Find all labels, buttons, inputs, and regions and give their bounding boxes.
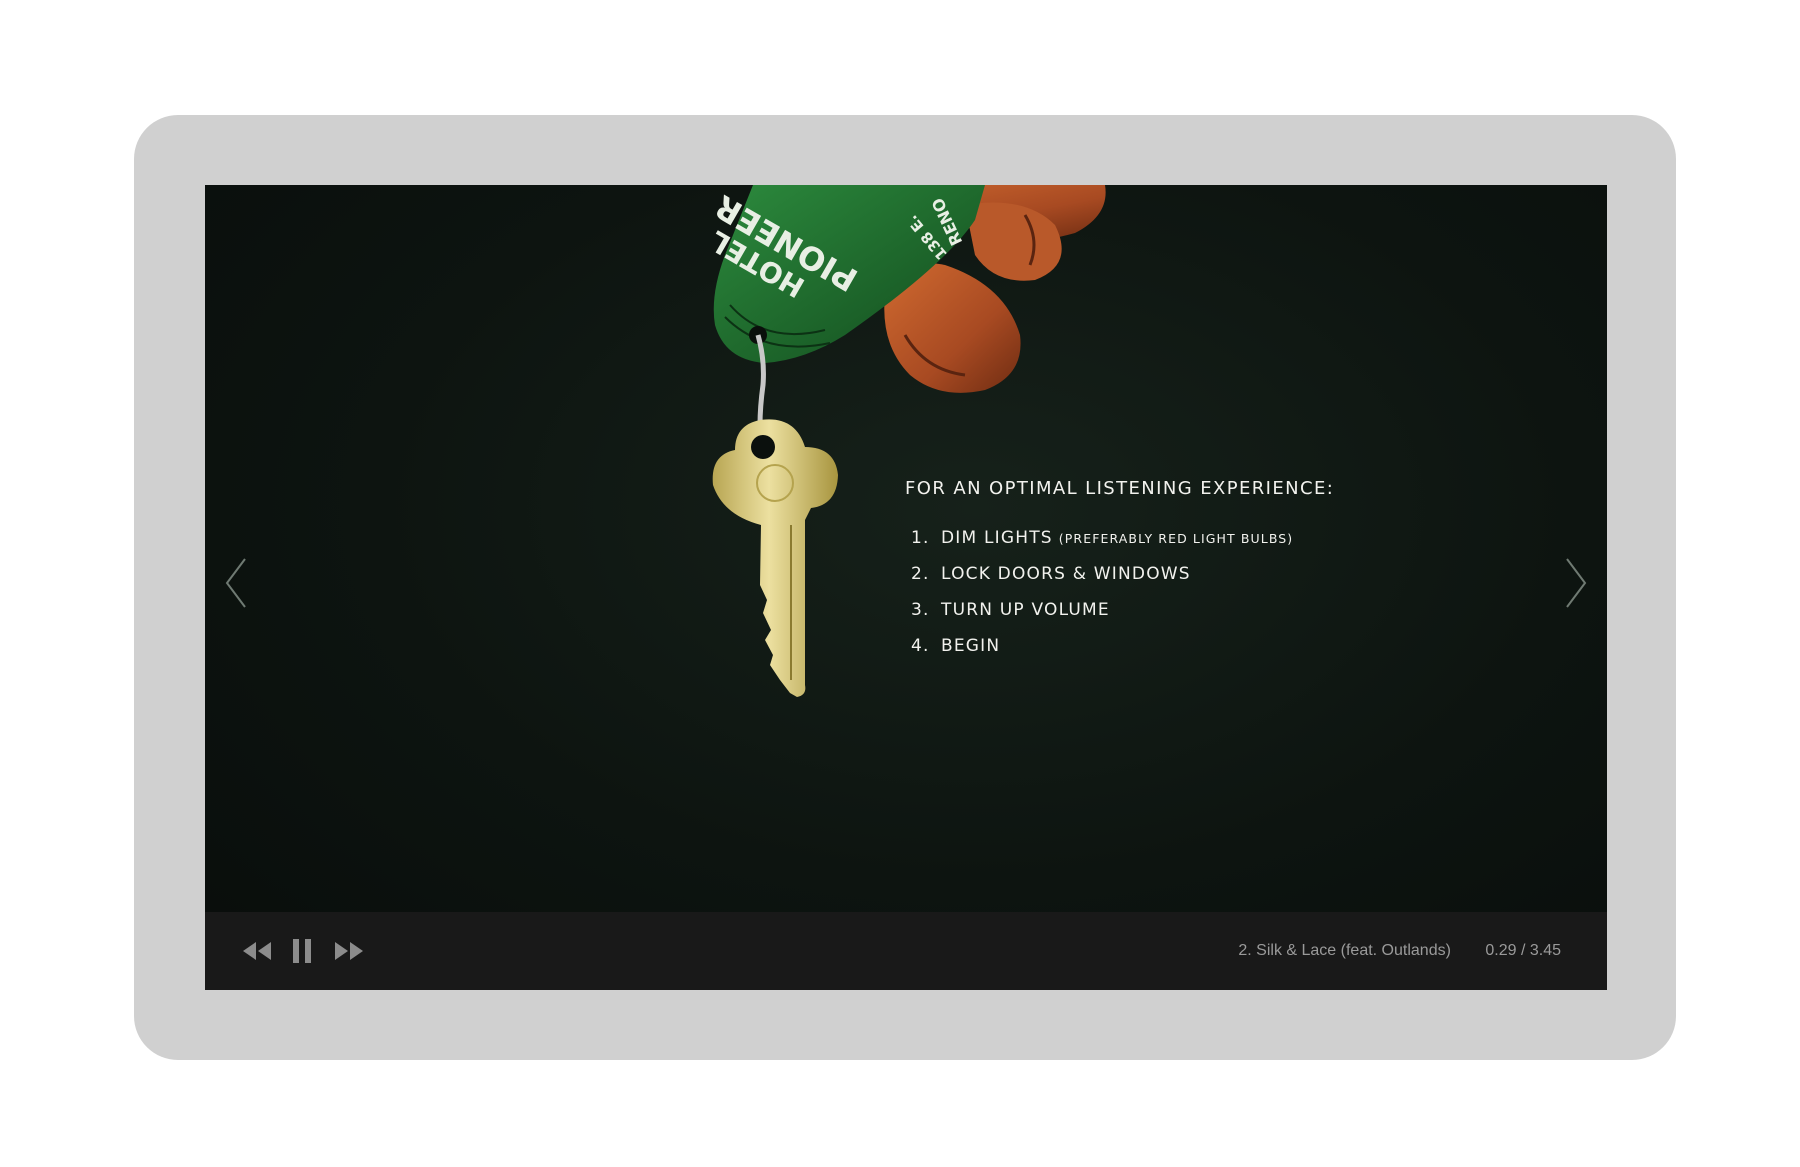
list-item: 1. DIM LIGHTS (PREFERABLY RED LIGHT BULB… xyxy=(905,520,1334,556)
instructions-list: 1. DIM LIGHTS (PREFERABLY RED LIGHT BULB… xyxy=(905,520,1334,664)
list-item-text: LOCK DOORS & WINDOWS xyxy=(941,564,1191,584)
list-item-note: (PREFERABLY RED LIGHT BULBS) xyxy=(1058,531,1294,546)
instructions-title: FOR AN OPTIMAL LISTENING EXPERIENCE: xyxy=(905,478,1335,499)
list-item: 3. TURN UP VOLUME xyxy=(905,592,1334,628)
slideshow-screen: PIONEER HOTEL 138 E. RENO FOR AN OPTIMAL xyxy=(205,185,1607,990)
previous-slide-chevron-left-icon[interactable] xyxy=(219,553,253,613)
list-item: 2. LOCK DOORS & WINDOWS xyxy=(905,556,1334,592)
list-item-text: TURN UP VOLUME xyxy=(941,600,1110,620)
rewind-icon[interactable] xyxy=(241,938,273,964)
next-slide-chevron-right-icon[interactable] xyxy=(1559,553,1593,613)
track-title: 2. Silk & Lace (feat. Outlands) xyxy=(1238,942,1451,959)
track-time: 0.29 / 3.45 xyxy=(1485,942,1561,959)
list-item-text: DIM LIGHTS xyxy=(941,528,1053,548)
list-item-number: 4. xyxy=(911,636,930,656)
list-item-number: 1. xyxy=(911,528,930,548)
fast-forward-icon[interactable] xyxy=(333,938,365,964)
list-item-text: BEGIN xyxy=(941,636,1001,656)
pause-icon[interactable] xyxy=(291,938,313,964)
key-ring xyxy=(755,334,766,426)
audio-player-bar: 2. Silk & Lace (feat. Outlands) 0.29 / 3… xyxy=(205,912,1607,990)
listening-instructions: FOR AN OPTIMAL LISTENING EXPERIENCE: 1. … xyxy=(905,478,1334,664)
track-info: 2. Silk & Lace (feat. Outlands) 0.29 / 3… xyxy=(1238,912,1561,990)
brass-key xyxy=(712,419,838,697)
list-item: 4. BEGIN xyxy=(905,628,1334,664)
list-item-number: 2. xyxy=(911,564,930,584)
list-item-number: 3. xyxy=(911,600,930,620)
